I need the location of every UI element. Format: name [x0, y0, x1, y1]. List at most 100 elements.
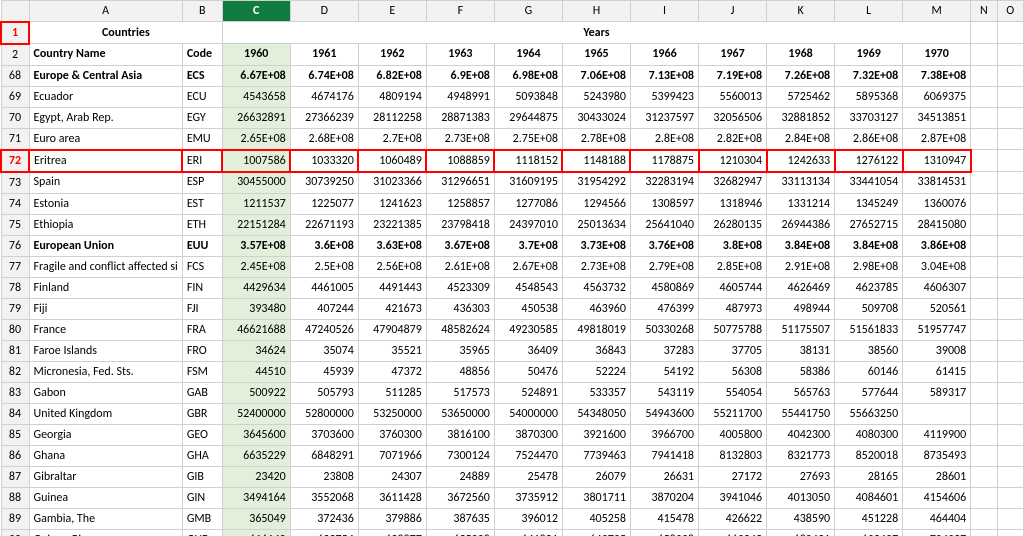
data-cell-M: 4119900 — [903, 424, 971, 445]
data-cell-G: 31609195 — [494, 172, 562, 194]
data-cell-C: 616140 — [222, 529, 290, 536]
data-cell-J: 5560013 — [699, 86, 767, 107]
empty-cell-N — [971, 319, 997, 340]
col-header-A[interactable]: A — [29, 1, 182, 22]
empty-cell-O — [997, 86, 1023, 107]
country-name-cell: Gambia, The — [29, 508, 182, 529]
data-cell-I: 1308597 — [630, 193, 698, 214]
country-code-cell: EST — [182, 193, 222, 214]
data-cell-C: 26632891 — [222, 107, 290, 128]
data-cell-C: 4429634 — [222, 277, 290, 298]
data-cell-H: 2.73E+08 — [562, 256, 630, 277]
data-cell-K: 33113134 — [767, 172, 835, 194]
header-1962: 1962 — [358, 44, 426, 66]
table-row: 90Guinea-BissauGNB6161406227546288776350… — [1, 529, 1024, 536]
data-table: A B C D E F G H I J K L M N O 1 Countrie… — [0, 0, 1024, 536]
col-header-E[interactable]: E — [358, 1, 426, 22]
data-cell-F: 23798418 — [426, 214, 494, 235]
row-num-cell: 77 — [1, 256, 29, 277]
country-code-cell: FJI — [182, 298, 222, 319]
data-cell-D: 6848291 — [290, 445, 358, 466]
col-header-G[interactable]: G — [494, 1, 562, 22]
empty-cell-N — [971, 235, 997, 256]
data-cell-G: 54000000 — [494, 403, 562, 424]
row-num-cell: 71 — [1, 128, 29, 150]
data-cell-C: 2.45E+08 — [222, 256, 290, 277]
data-cell-C: 393480 — [222, 298, 290, 319]
empty-cell-O — [997, 150, 1023, 172]
table-row: 77Fragile and conflict affected siFCS2.4… — [1, 256, 1024, 277]
data-cell-D: 52800000 — [290, 403, 358, 424]
data-cell-H: 36843 — [562, 340, 630, 361]
header-1966: 1966 — [630, 44, 698, 66]
data-cell-H: 3801711 — [562, 487, 630, 508]
col-header-M[interactable]: M — [903, 1, 971, 22]
data-cell-J: 32682947 — [699, 172, 767, 194]
data-cell-E: 28112258 — [358, 107, 426, 128]
data-cell-L: 1276122 — [835, 150, 903, 172]
data-cell-M: 34513851 — [903, 107, 971, 128]
data-cell-H: 1294566 — [562, 193, 630, 214]
data-cell-I: 543119 — [630, 382, 698, 403]
row-num-cell: 84 — [1, 403, 29, 424]
table-row: 84United KingdomGBR524000005280000053250… — [1, 403, 1024, 424]
col-header-C[interactable]: C — [222, 1, 290, 22]
empty-cell-N — [971, 172, 997, 194]
data-cell-I: 5399423 — [630, 86, 698, 107]
country-name-cell: European Union — [29, 235, 182, 256]
empty-cell-O — [997, 466, 1023, 487]
data-cell-D: 2.5E+08 — [290, 256, 358, 277]
empty-cell-N — [971, 298, 997, 319]
col-letter-row: A B C D E F G H I J K L M N O — [1, 1, 1024, 22]
data-cell-C: 6.67E+08 — [222, 65, 290, 86]
col-header-K[interactable]: K — [767, 1, 835, 22]
col-header-B[interactable]: B — [182, 1, 222, 22]
data-cell-I: 415478 — [630, 508, 698, 529]
col-header-N[interactable]: N — [971, 1, 997, 22]
data-cell-J: 32056506 — [699, 107, 767, 128]
empty-cell-O — [997, 403, 1023, 424]
col-header-H[interactable]: H — [562, 1, 630, 22]
data-cell-D: 35074 — [290, 340, 358, 361]
country-code-cell: GHA — [182, 445, 222, 466]
table-row: 87GibraltarGIB23420238082430724889254782… — [1, 466, 1024, 487]
data-cell-L: 7.32E+08 — [835, 65, 903, 86]
data-cell-H: 31954292 — [562, 172, 630, 194]
col-header-F[interactable]: F — [426, 1, 494, 22]
row-num-cell: 81 — [1, 340, 29, 361]
country-name-cell: Guinea-Bissau — [29, 529, 182, 536]
data-cell-F: 4948991 — [426, 86, 494, 107]
data-cell-C: 6635229 — [222, 445, 290, 466]
data-cell-E: 3760300 — [358, 424, 426, 445]
country-name-cell: Micronesia, Fed. Sts. — [29, 361, 182, 382]
table-row: 88GuineaGIN34941643552068361142836725603… — [1, 487, 1024, 508]
col-header-I[interactable]: I — [630, 1, 698, 22]
data-cell-M: 3.04E+08 — [903, 256, 971, 277]
data-cell-E: 379886 — [358, 508, 426, 529]
data-cell-D: 3703600 — [290, 424, 358, 445]
data-cell-G: 36409 — [494, 340, 562, 361]
col-header-O[interactable]: O — [997, 1, 1023, 22]
col-header-D[interactable]: D — [290, 1, 358, 22]
data-cell-C: 4543658 — [222, 86, 290, 107]
data-cell-J: 1210304 — [699, 150, 767, 172]
country-name-cell: Egypt, Arab Rep. — [29, 107, 182, 128]
country-code-cell: GMB — [182, 508, 222, 529]
col-header-J[interactable]: J — [699, 1, 767, 22]
data-cell-C: 1007586 — [222, 150, 290, 172]
data-cell-H: 1148188 — [562, 150, 630, 172]
data-cell-K: 565763 — [767, 382, 835, 403]
empty-cell-O — [997, 508, 1023, 529]
country-name-cell: Gabon — [29, 382, 182, 403]
data-cell-E: 53250000 — [358, 403, 426, 424]
data-cell-E: 7071966 — [358, 445, 426, 466]
country-code-cell: FRO — [182, 340, 222, 361]
data-cell-E: 23221385 — [358, 214, 426, 235]
data-cell-E: 4491443 — [358, 277, 426, 298]
country-name-cell: Gibraltar — [29, 466, 182, 487]
data-cell-E: 35521 — [358, 340, 426, 361]
corner-cell — [1, 1, 29, 22]
row-num-cell: 80 — [1, 319, 29, 340]
col-header-L[interactable]: L — [835, 1, 903, 22]
table-row: 85GeorgiaGEO3645600370360037603003816100… — [1, 424, 1024, 445]
